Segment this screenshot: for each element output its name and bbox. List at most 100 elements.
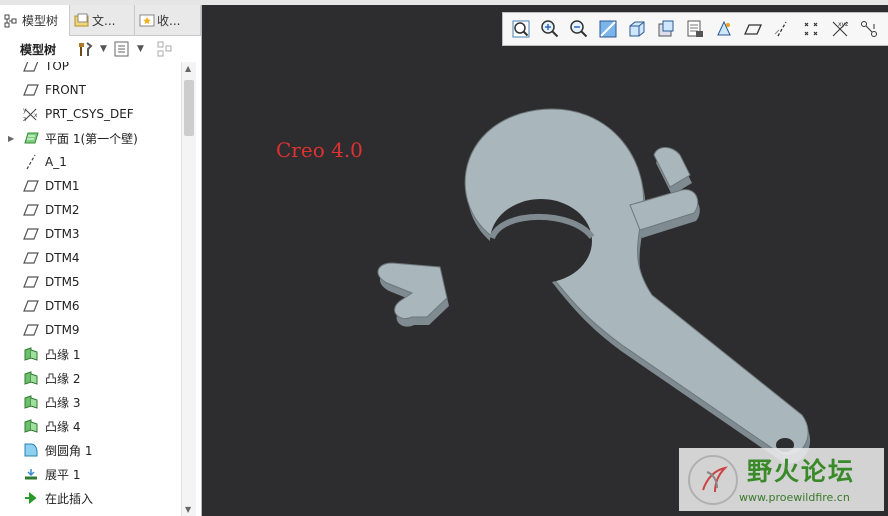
- model-tree-toolbar: 模型树 ▼ ▼: [0, 36, 201, 62]
- graphics-window[interactable]: Creo 4.0 xyz 野火论坛 www.proewildfire.cn: [202, 5, 888, 516]
- list-dropdown-caret[interactable]: ▼: [137, 44, 144, 54]
- watermark-url: www.proewildfire.cn: [739, 491, 850, 504]
- tree-item-label: DTM4: [45, 251, 80, 265]
- forum-watermark: 野火论坛 www.proewildfire.cn: [679, 448, 884, 511]
- tree-item-label: 在此插入: [45, 491, 94, 506]
- point-display-icon[interactable]: [797, 16, 824, 42]
- folder-icon: [74, 13, 89, 27]
- datum-plane-icon: [22, 82, 40, 98]
- zoom-out-icon[interactable]: [565, 16, 592, 42]
- model-tree: TOP FRONT y z x PRT_CSYS_DEF ▶ 平面 1(第一个壁) A_1 DTM…: [0, 62, 181, 516]
- tree-item[interactable]: DTM3: [0, 222, 181, 246]
- svg-text:z: z: [23, 116, 26, 122]
- tree-item-label: DTM9: [45, 323, 80, 337]
- watermark-title: 野火论坛: [747, 457, 856, 486]
- perspective-icon[interactable]: [710, 16, 737, 42]
- tree-item[interactable]: 凸缘 3: [0, 390, 181, 414]
- tree-item[interactable]: FRONT: [0, 78, 181, 102]
- svg-text:x: x: [34, 112, 38, 119]
- datum-plane-icon: [22, 250, 40, 266]
- tree-item-label: 倒圆角 1: [45, 443, 93, 458]
- scroll-up-arrow[interactable]: ▲: [185, 64, 191, 73]
- sheetmetal-wall-icon: [22, 130, 40, 146]
- graphics-toolbar: xyz: [502, 12, 888, 46]
- scroll-down-arrow[interactable]: ▼: [185, 505, 191, 514]
- datum-plane-icon: [22, 322, 40, 338]
- tab-favorites[interactable]: 收...: [135, 5, 201, 35]
- zoom-in-icon[interactable]: [536, 16, 563, 42]
- tree-item[interactable]: DTM2: [0, 198, 181, 222]
- model-tree-label: 模型树: [20, 42, 57, 57]
- favorites-icon: [139, 13, 155, 27]
- tree-item-label: DTM2: [45, 203, 80, 217]
- datum-axis-icon: [22, 154, 40, 170]
- tree-item-label: DTM3: [45, 227, 80, 241]
- display-style-icon[interactable]: [623, 16, 650, 42]
- filter-icon[interactable]: [156, 40, 174, 58]
- tree-item[interactable]: 展平 1: [0, 462, 181, 486]
- tree-item[interactable]: DTM9: [0, 318, 181, 342]
- model-tree-icon: [4, 14, 18, 28]
- flange-icon: [22, 394, 40, 410]
- flange-icon: [22, 418, 40, 434]
- tree-item[interactable]: TOP: [0, 62, 181, 78]
- tree-item-label: 凸缘 2: [45, 371, 81, 386]
- tree-item[interactable]: 倒圆角 1: [0, 438, 181, 462]
- plane-display-icon[interactable]: [739, 16, 766, 42]
- tree-item[interactable]: DTM1: [0, 174, 181, 198]
- tree-item[interactable]: DTM5: [0, 270, 181, 294]
- tree-item-label: DTM6: [45, 299, 80, 313]
- datum-plane-icon: [22, 178, 40, 194]
- tab-label: 模型树: [22, 14, 59, 28]
- tree-item-label: 凸缘 4: [45, 419, 81, 434]
- sheetmetal-part-model[interactable]: [202, 5, 888, 516]
- refit-icon[interactable]: [507, 16, 534, 42]
- csys-icon: yz x: [22, 106, 40, 122]
- navigator-tabs: 模型树 文... 收...: [0, 5, 201, 36]
- csys-display-icon[interactable]: xyz: [826, 16, 853, 42]
- unbend-icon: [22, 466, 40, 482]
- scroll-thumb[interactable]: [184, 80, 194, 136]
- tree-item[interactable]: DTM6: [0, 294, 181, 318]
- tree-item[interactable]: 凸缘 2: [0, 366, 181, 390]
- tree-item[interactable]: y z x PRT_CSYS_DEF: [0, 102, 181, 126]
- datum-plane-icon: [22, 226, 40, 242]
- flange-icon: [22, 346, 40, 362]
- repaint-icon[interactable]: [594, 16, 621, 42]
- view-manager-icon[interactable]: [681, 16, 708, 42]
- saved-orientations-icon[interactable]: [652, 16, 679, 42]
- tab-label: 文...: [92, 13, 116, 28]
- list-icon[interactable]: [113, 40, 131, 58]
- tab-model-tree[interactable]: 模型树: [0, 5, 70, 36]
- watermark-logo-icon: [685, 452, 741, 511]
- tree-item[interactable]: 凸缘 1: [0, 342, 181, 366]
- insert-here-icon: [22, 490, 40, 506]
- tools-dropdown-caret[interactable]: ▼: [100, 44, 107, 54]
- svg-text:xyz: xyz: [838, 21, 848, 28]
- tree-item-label: TOP: [45, 62, 70, 73]
- datum-plane-icon: [22, 202, 40, 218]
- axis-display-icon[interactable]: [768, 16, 795, 42]
- tree-item[interactable]: DTM4: [0, 246, 181, 270]
- navigator-panel: 模型树 文... 收... 模型树 ▼ ▼ TOP FRONT y z x PRT_CSY…: [0, 5, 202, 516]
- tree-item[interactable]: ▶ 平面 1(第一个壁): [0, 126, 181, 150]
- tree-item[interactable]: 凸缘 4: [0, 414, 181, 438]
- svg-text:y: y: [23, 107, 27, 114]
- annotation-display-icon[interactable]: [855, 16, 882, 42]
- tree-item-label: A_1: [45, 155, 67, 169]
- tree-item-label: 展平 1: [45, 467, 81, 482]
- tab-folder-browser[interactable]: 文...: [70, 5, 135, 35]
- tree-item-label: 平面 1(第一个壁): [45, 131, 138, 146]
- tools-icon[interactable]: [76, 40, 94, 58]
- tree-expander-icon[interactable]: ▶: [8, 134, 16, 143]
- datum-plane-icon: [22, 298, 40, 314]
- tree-item[interactable]: 在此插入: [0, 486, 181, 510]
- model-tree-scrollbar[interactable]: ▲ ▼: [181, 62, 196, 516]
- tab-label: 收...: [157, 13, 181, 28]
- tree-item[interactable]: A_1: [0, 150, 181, 174]
- tree-item-label: 凸缘 1: [45, 347, 81, 362]
- tree-item-label: 凸缘 3: [45, 395, 81, 410]
- round-icon: [22, 442, 40, 458]
- tree-item-label: PRT_CSYS_DEF: [45, 107, 134, 121]
- tree-item-label: DTM5: [45, 275, 80, 289]
